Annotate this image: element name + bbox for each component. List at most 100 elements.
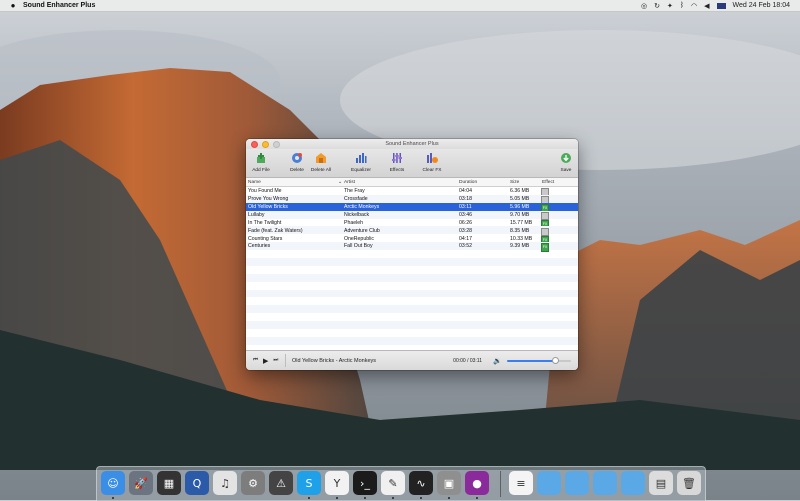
track-size: 6.36 MB <box>510 188 530 195</box>
column-name[interactable]: Name <box>248 180 261 185</box>
column-effect[interactable]: Effect <box>542 180 554 185</box>
clear-fx-icon <box>426 151 439 164</box>
dock-folder-3-icon[interactable] <box>593 471 617 495</box>
flag-icon[interactable] <box>716 2 726 9</box>
equalizer-icon <box>355 151 368 164</box>
track-name: Lullaby <box>248 211 265 218</box>
dock-folder-1-icon[interactable] <box>537 471 561 495</box>
track-list: You Found Me The Fray 04:04 6.36 MB Prove Yo… <box>246 187 578 352</box>
table-row[interactable]: Prove You Wrong Crossfade 03:18 5.05 MB <box>246 194 578 205</box>
playback-time: 00:00 / 03:11 <box>453 357 482 364</box>
delete-icon <box>291 151 304 164</box>
track-artist: OneRepublic <box>344 235 374 242</box>
track-duration: 04:04 <box>459 188 472 195</box>
track-artist: Fall Out Boy <box>344 243 373 250</box>
save-button[interactable]: Save <box>553 151 578 173</box>
empty-row <box>246 266 578 274</box>
track-duration: 06:26 <box>459 219 472 226</box>
dock-terminal-icon[interactable]: ›_ <box>353 471 377 495</box>
effects-button[interactable]: Effects <box>382 151 412 173</box>
dock: ☺ 🚀 ▦ Q ♫ ⚙ ⚠ S Y ›_ ✎ ∿ ▣ ● ≡ ▤ 🗑 <box>96 466 706 501</box>
volume-slider-fill <box>506 359 555 362</box>
dock-activity-monitor-icon[interactable]: ∿ <box>409 471 433 495</box>
app-window: Sound Enhancer Plus Add File Delete Dele… <box>246 139 578 370</box>
dock-window-stack-icon[interactable]: ▤ <box>649 471 673 495</box>
table-row[interactable]: In The Twilight Phaeleh 06:26 15.77 MB FX <box>246 219 578 228</box>
menu-app-name[interactable]: Sound Enhancer Plus <box>23 2 95 9</box>
empty-row <box>246 297 578 305</box>
volume-slider-knob[interactable] <box>552 357 560 364</box>
dock-yandex-browser-icon[interactable]: Y <box>325 471 349 495</box>
equalizer-button[interactable]: Equalizer <box>346 151 376 173</box>
dock-trash-icon[interactable]: 🗑 <box>677 471 701 495</box>
track-size: 10.33 MB <box>510 235 533 242</box>
table-row[interactable]: Counting Stars OneRepublic 04:17 10.33 MB FX <box>246 234 578 244</box>
track-duration: 03:28 <box>459 227 472 234</box>
wifi-icon[interactable]: ◠ <box>691 2 697 10</box>
track-artist: Phaeleh <box>344 219 364 226</box>
sort-chevron-down-icon[interactable]: ⌄ <box>338 180 342 185</box>
save-icon <box>560 151 573 164</box>
dock-quicktime-icon[interactable]: Q <box>185 471 209 495</box>
track-artist: Arctic Monkeys <box>344 203 380 210</box>
track-size: 15.77 MB <box>510 219 533 226</box>
dropbox-icon[interactable]: ✦ <box>667 2 673 10</box>
column-duration[interactable]: Duration <box>459 180 477 185</box>
title-bar[interactable]: Sound Enhancer Plus <box>246 139 578 149</box>
table-row[interactable]: Old Yellow Bricks Arctic Monkeys 03:11 5.96… <box>246 202 578 213</box>
save-label: Save <box>560 168 572 173</box>
table-row[interactable]: Fade (feat. Zak Waters) Adventure Club 03:… <box>246 226 578 236</box>
dock-preview-icon[interactable]: ▣ <box>437 471 461 495</box>
clear-fx-label: Clear FX <box>422 168 442 173</box>
menu-bar: ● Sound Enhancer Plus ◎ ↻ ✦ ᛒ ◠ ◀ Wed 24… <box>0 0 800 12</box>
apple-menu-icon[interactable]: ● <box>9 1 17 10</box>
dock-document-icon[interactable]: ≡ <box>509 471 533 495</box>
track-artist: Nickelback <box>344 211 370 218</box>
toolbar: Add File Delete Delete All Equalizer Eff… <box>246 149 578 178</box>
dock-console-icon[interactable]: ⚠ <box>269 471 293 495</box>
effects-icon <box>391 151 404 164</box>
column-size[interactable]: Size <box>510 180 519 185</box>
add-file-button[interactable]: Add File <box>246 151 276 173</box>
next-track-icon[interactable]: ⏭ <box>273 357 278 364</box>
track-name: Fade (feat. Zak Waters) <box>248 227 303 234</box>
empty-row <box>246 305 578 314</box>
dock-folder-4-icon[interactable] <box>621 471 645 495</box>
creative-cloud-icon[interactable]: ◎ <box>641 2 647 10</box>
dock-launchpad-icon[interactable]: 🚀 <box>129 471 153 495</box>
clear-fx-button[interactable]: Clear FX <box>417 151 447 173</box>
dock-skype-icon[interactable]: S <box>297 471 321 495</box>
table-header: Name ⌄ Artist Duration Size Effect <box>246 178 578 187</box>
bluetooth-icon[interactable]: ᛒ <box>680 2 684 9</box>
dock-mission-control-icon[interactable]: ▦ <box>157 471 181 495</box>
empty-row <box>246 282 578 290</box>
track-duration: 03:52 <box>459 243 472 250</box>
dock-sound-enhancer-icon[interactable]: ● <box>465 471 489 495</box>
table-row[interactable]: Lullaby Nickelback 03:46 9.70 MB <box>246 210 578 221</box>
dock-running-indicator <box>392 497 394 499</box>
volume-slider[interactable] <box>506 357 571 364</box>
dock-running-indicator <box>364 497 366 499</box>
sync-icon[interactable]: ↻ <box>654 2 660 10</box>
dock-finder-icon[interactable]: ☺ <box>101 471 125 495</box>
add-file-icon <box>255 151 268 164</box>
dock-textedit-icon[interactable]: ✎ <box>381 471 405 495</box>
volume-icon[interactable]: ◀ <box>704 2 709 10</box>
dock-running-indicator <box>336 497 338 499</box>
delete-all-label: Delete All <box>310 168 332 173</box>
track-size: 5.96 MB <box>510 203 530 210</box>
delete-all-button[interactable]: Delete All <box>306 151 336 173</box>
column-artist[interactable]: Artist <box>344 180 355 185</box>
track-size: 8.35 MB <box>510 227 530 234</box>
dock-system-preferences-icon[interactable]: ⚙ <box>241 471 265 495</box>
play-icon[interactable]: ▶ <box>263 357 268 365</box>
dock-folder-2-icon[interactable] <box>565 471 589 495</box>
table-row[interactable]: Centuries Fall Out Boy 03:52 9.39 MB FX <box>246 242 578 252</box>
previous-track-icon[interactable]: ⏮ <box>253 357 258 364</box>
track-name: Centuries <box>248 243 271 250</box>
track-artist: Adventure Club <box>344 227 380 234</box>
menu-clock[interactable]: Wed 24 Feb 18:04 <box>733 2 790 9</box>
dock-itunes-icon[interactable]: ♫ <box>213 471 237 495</box>
empty-row <box>246 329 578 337</box>
table-row[interactable]: You Found Me The Fray 04:04 6.36 MB <box>246 187 578 197</box>
